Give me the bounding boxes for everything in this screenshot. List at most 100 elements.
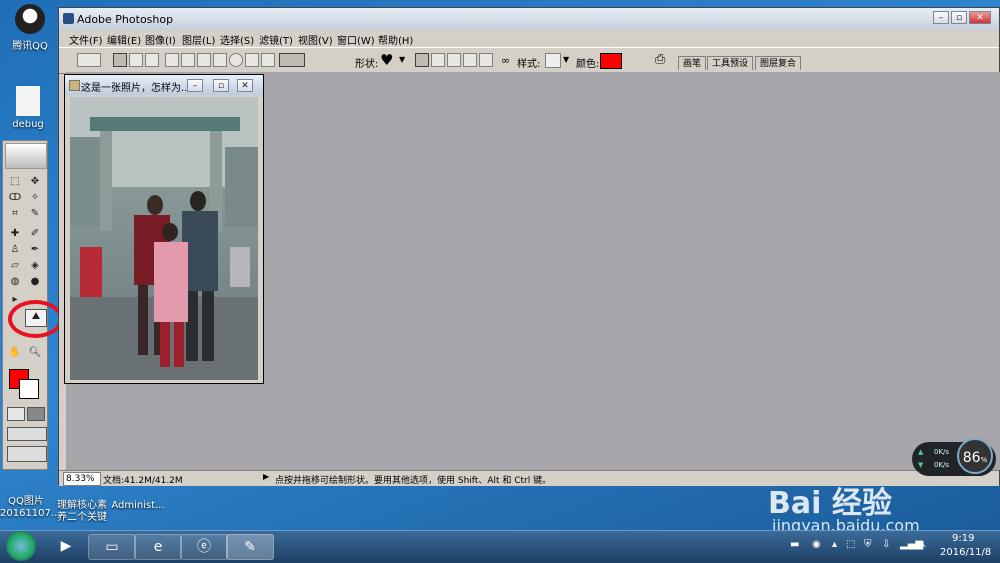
tab-layer-comps[interactable]: 图层复合 (755, 56, 802, 70)
background-color-swatch[interactable] (19, 379, 39, 399)
options-bar: 形状: ♥ ▼ ∞ 样式: ▼ 颜色: ⎙ 画笔 工具预设 图层复合 (59, 47, 999, 74)
color-swatch[interactable] (600, 53, 622, 69)
minimize-button[interactable]: – (933, 11, 949, 24)
menu-image[interactable]: 图像(I) (145, 32, 176, 47)
hand-tool-icon[interactable]: ✋ (7, 346, 23, 360)
pen-tool-button[interactable] (165, 53, 179, 67)
clock-date[interactable]: 2016/11/8 (940, 547, 991, 558)
close-button[interactable]: ✕ (969, 11, 991, 24)
jump-to-imageready-icon[interactable] (7, 446, 47, 462)
doc-restore-button[interactable]: ▫ (213, 79, 229, 92)
tool-preset-picker[interactable] (77, 53, 101, 67)
zoom-tool-icon[interactable]: 🔍︎ (27, 346, 43, 360)
chevron-down-icon[interactable]: ▼ (563, 55, 569, 64)
tab-brushes[interactable]: 画笔 (678, 56, 707, 70)
menu-window[interactable]: 窗口(W) (337, 32, 375, 47)
chevron-down-icon[interactable]: ▼ (399, 55, 405, 64)
desktop-icon-debug[interactable]: debug (0, 86, 56, 130)
clock-time[interactable]: 9:19 (952, 533, 974, 544)
volume-muted-icon[interactable]: 🔇︎ (920, 539, 926, 550)
paths-button[interactable] (129, 53, 143, 67)
network-tray-icon[interactable]: ⬚ (846, 539, 855, 550)
add-to-shape-button[interactable] (431, 53, 445, 67)
desktop-icon-qq[interactable]: 腾讯QQ (2, 4, 58, 52)
desktop-icon-label: QQ图片 20161107... (0, 496, 61, 519)
document-window[interactable]: 这是一张照片，怎样为... – ▫ ✕ (64, 74, 264, 384)
healing-brush-icon[interactable]: ✚ (7, 227, 23, 241)
show-hidden-icon[interactable]: ▴ (832, 539, 837, 550)
palette-well-icon[interactable]: ⎙ (655, 52, 665, 67)
menu-layer[interactable]: 图层(L) (182, 32, 215, 47)
doc-close-button[interactable]: ✕ (237, 79, 253, 92)
photoshop-task-icon[interactable]: ✎ (226, 534, 274, 560)
polygon-tool-button[interactable] (245, 53, 259, 67)
network-speed-widget[interactable]: ▲ 0K/s ▼ 0K/s 86% (912, 438, 996, 476)
heart-shape-icon[interactable]: ♥ (380, 51, 393, 69)
link-icon[interactable]: ∞ (501, 54, 510, 67)
upload-arrow-icon: ▲ (918, 448, 924, 456)
document-title-bar: 这是一张照片，怎样为... – ▫ ✕ (65, 75, 263, 95)
document-size: 文档:41.2M/41.2M (103, 476, 183, 486)
desktop-icon-qq-image[interactable]: QQ图片 20161107... (0, 496, 60, 520)
desktop-icon-label: 理解核心素养二个关键 (57, 500, 107, 523)
magic-wand-icon[interactable]: ✧ (27, 191, 43, 205)
dodge-tool-icon[interactable]: ● (27, 275, 43, 289)
blur-tool-icon[interactable]: ◍ (7, 275, 23, 289)
browser-icon[interactable]: e (134, 534, 182, 560)
desktop-icon-doc[interactable]: 理解核心素养二个关键 (56, 500, 108, 524)
history-brush-icon[interactable]: ✒ (27, 243, 43, 257)
subtract-shape-button[interactable] (447, 53, 461, 67)
file-explorer-icon[interactable]: ▭ (88, 534, 136, 560)
menu-view[interactable]: 视图(V) (298, 32, 333, 47)
fill-pixels-button[interactable] (145, 53, 159, 67)
desktop-icon-label: Administ... (111, 500, 165, 511)
menu-select[interactable]: 选择(S) (220, 32, 254, 47)
rounded-rectangle-button[interactable] (213, 53, 227, 67)
menu-filter[interactable]: 滤镜(T) (259, 32, 293, 47)
intersect-shape-button[interactable] (463, 53, 477, 67)
globe-tray-icon[interactable]: ◉ (812, 539, 821, 550)
desktop-icon-admin[interactable]: Administ... (110, 500, 166, 511)
zoom-field[interactable]: 8.33% (63, 472, 101, 486)
eraser-tool-icon[interactable]: ▱ (7, 259, 23, 273)
doc-minimize-button[interactable]: – (187, 79, 203, 92)
security-tray-icon[interactable]: ⛨ (864, 539, 872, 550)
desktop-icon-label: 腾讯QQ (12, 41, 48, 52)
start-button[interactable] (6, 531, 36, 561)
upload-speed: 0K/s (934, 448, 950, 456)
menu-help[interactable]: 帮助(H) (378, 32, 413, 47)
slice-tool-icon[interactable]: ✎ (27, 207, 43, 221)
download-arrow-icon: ▼ (918, 461, 924, 469)
update-tray-icon[interactable]: ⇩ (882, 539, 890, 550)
baidu-watermark: Bai 经验 jingyan.baidu.com (760, 478, 1000, 535)
ellipse-tool-button[interactable] (229, 53, 243, 67)
document-icon (69, 80, 80, 91)
freeform-pen-button[interactable] (181, 53, 195, 67)
menu-file[interactable]: 文件(F) (69, 32, 103, 47)
exclude-shape-button[interactable] (479, 53, 493, 67)
keyboard-tray-icon[interactable]: ▬ (790, 539, 799, 550)
create-new-shape-button[interactable] (415, 53, 429, 67)
screen-mode-icon[interactable] (7, 427, 47, 441)
crop-tool-icon[interactable]: ⌗ (7, 207, 23, 221)
shape-layers-button[interactable] (113, 53, 127, 67)
stamp-tool-icon[interactable]: ♙ (7, 243, 23, 257)
style-picker[interactable] (545, 53, 561, 68)
marquee-tool-icon[interactable]: ⬚ (7, 175, 23, 189)
media-player-icon[interactable]: ▶ (42, 534, 90, 560)
custom-shape-button[interactable] (279, 53, 305, 67)
tab-tool-presets[interactable]: 工具预设 (707, 56, 754, 70)
line-tool-button[interactable] (261, 53, 275, 67)
lasso-tool-icon[interactable]: ↀ (7, 191, 23, 205)
brush-tool-icon[interactable]: ✐ (27, 227, 43, 241)
rectangle-tool-button[interactable] (197, 53, 211, 67)
quickmask-edit-icon[interactable] (27, 407, 45, 421)
move-tool-icon[interactable]: ✥ (27, 175, 43, 189)
ie-icon[interactable]: ⓔ (180, 534, 228, 560)
bucket-tool-icon[interactable]: ◈ (27, 259, 43, 273)
menu-edit[interactable]: 编辑(E) (107, 32, 141, 47)
quickmask-mode-icon[interactable] (7, 407, 25, 421)
photo-image (70, 97, 258, 380)
menu-bar: 文件(F) 编辑(E) 图像(I) 图层(L) 选择(S) 滤镜(T) 视图(V… (59, 30, 999, 48)
maximize-button[interactable]: ▫ (951, 11, 967, 24)
